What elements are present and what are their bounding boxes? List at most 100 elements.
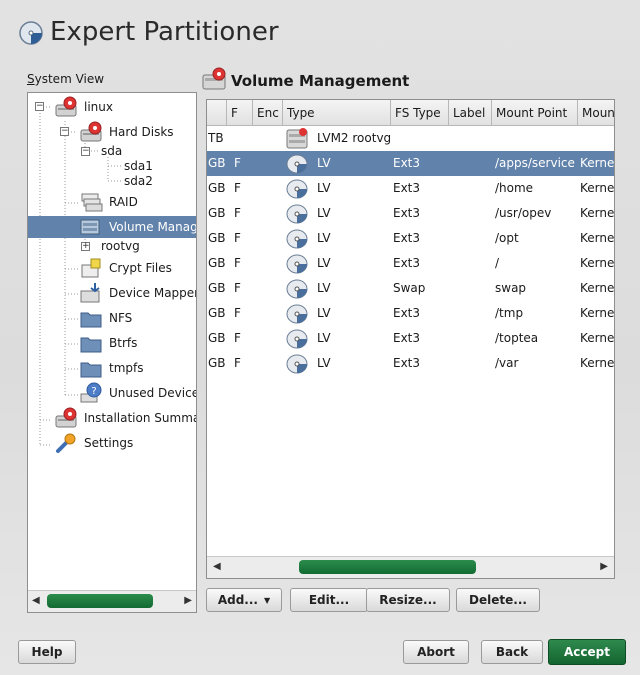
tree-item-btrfs[interactable]: Btrfs	[79, 332, 137, 354]
tree-item-hard-disks[interactable]: Hard Disks	[79, 121, 174, 143]
col-header-mount-point[interactable]: Mount Point	[492, 100, 578, 126]
harddisk-icon	[79, 121, 103, 143]
scroll-left-icon[interactable]: ◀	[213, 561, 221, 572]
tree-item-settings[interactable]: Settings	[54, 432, 133, 454]
cell-text: Kerne	[580, 156, 615, 170]
cell-text: F	[234, 306, 241, 320]
cell-text: /usr/opev	[495, 206, 552, 220]
tree-item-label: Btrfs	[109, 336, 138, 350]
cell-text: F	[234, 256, 241, 270]
table-scroll-thumb[interactable]	[299, 560, 476, 574]
volume-management-icon	[202, 67, 226, 90]
cell-mountby: Kerne	[580, 201, 614, 226]
table-row[interactable]: GB F LV Ext3 / Kerne	[207, 251, 614, 276]
col-header-enc[interactable]: Enc	[253, 100, 283, 126]
delete-button[interactable]: Delete...	[456, 588, 540, 612]
table-row[interactable]: GB F LV Ext3/apps/service Kerne	[207, 151, 614, 176]
col-header-mount-by[interactable]: Moun	[578, 100, 614, 126]
back-button[interactable]: Back	[481, 640, 543, 664]
lv-icon	[286, 179, 308, 198]
tree-collapse-sda[interactable]: −	[81, 147, 90, 156]
cell-text: GB	[208, 156, 226, 170]
tree-item-unused-device[interactable]: ? Unused Device	[79, 382, 196, 404]
accept-button[interactable]: Accept	[548, 639, 626, 665]
cell-mount: /usr/opev	[495, 201, 577, 226]
cell-type: LV	[285, 251, 391, 276]
cell-enc	[257, 251, 282, 276]
volume-table[interactable]: F Enc Type FS Type Label Mount Point Mou…	[206, 99, 615, 579]
tree-item-label: NFS	[109, 311, 133, 325]
tree-item-nfs[interactable]: NFS	[79, 307, 132, 329]
lv-icon	[286, 254, 308, 273]
table-row[interactable]: TB LVM2 rootvg	[207, 126, 614, 151]
table-row[interactable]: GB F LV Ext3/tmp Kerne	[207, 301, 614, 326]
tree-collapse-linux[interactable]: −	[35, 102, 44, 111]
tree-collapse-hard-disks[interactable]: −	[60, 127, 69, 136]
table-row[interactable]: GB F LV Ext3/toptea Kerne	[207, 326, 614, 351]
cell-mount: /var	[495, 351, 577, 376]
tree-item-rootvg[interactable]: rootvg	[101, 235, 140, 257]
table-row[interactable]: GB F LV Ext3/var Kerne	[207, 351, 614, 376]
tree-item-sda2[interactable]: sda2	[124, 170, 153, 192]
tree-expand-rootvg[interactable]: +	[81, 242, 90, 251]
help-button[interactable]: Help	[18, 640, 76, 664]
tree-item-sda[interactable]: sda	[101, 140, 122, 162]
cell-text: GB	[208, 331, 226, 345]
cell-f: F	[234, 201, 252, 226]
cell-text: /var	[495, 356, 519, 370]
cell-text: Ext3	[393, 156, 421, 170]
tree-item-linux[interactable]: linux	[54, 96, 113, 118]
col-header-type[interactable]: Type	[283, 100, 391, 126]
table-row[interactable]: GB F LV Swap swap Kerne	[207, 276, 614, 301]
cell-type: LV	[285, 201, 391, 226]
cell-size: GB	[208, 201, 227, 226]
cell-text: LV	[317, 356, 331, 370]
cell-size: GB	[208, 326, 227, 351]
table-row[interactable]: GB F LV Ext3/usr/opev Kerne	[207, 201, 614, 226]
col-header-label[interactable]: Label	[449, 100, 492, 126]
cell-text: LVM2 rootvg	[317, 131, 391, 145]
tree-item-installation-summa[interactable]: Installation Summa	[54, 407, 196, 429]
harddisk-icon	[54, 407, 78, 429]
cell-type: LV	[285, 176, 391, 201]
cell-size: TB	[208, 126, 227, 151]
cell-mount: /toptea	[495, 326, 577, 351]
col-header-fs-type[interactable]: FS Type	[391, 100, 449, 126]
table-horizontal-scrollbar[interactable]: ◀ ▶	[207, 556, 614, 578]
cell-text: swap	[495, 281, 527, 295]
tree-horizontal-scrollbar[interactable]: ◀ ▶	[28, 590, 196, 612]
tree-item-tmpfs[interactable]: tmpfs	[79, 357, 144, 379]
cell-text: /opt	[495, 231, 519, 245]
cell-type: LV	[285, 301, 391, 326]
cell-text: Kerne	[580, 256, 615, 270]
system-view-tree[interactable]: − − − + linux Hard Disks sda sda1 sda2 RAID Vo…	[27, 92, 197, 613]
tree-scroll-thumb[interactable]	[47, 594, 153, 608]
cell-text: F	[234, 281, 241, 295]
table-row[interactable]: GB F LV Ext3/opt Kerne	[207, 226, 614, 251]
chevron-down-icon: ▼	[264, 595, 271, 605]
disk-icon	[19, 21, 43, 45]
abort-button[interactable]: Abort	[403, 640, 469, 664]
col-header-size[interactable]	[207, 100, 227, 126]
add-button[interactable]: Add... ▼	[206, 588, 282, 612]
cell-label	[451, 351, 491, 376]
tree-item-device-mapper[interactable]: Device Mapper	[79, 282, 196, 304]
raid-icon	[79, 191, 103, 213]
col-header-f[interactable]: F	[227, 100, 253, 126]
volume-management-title: Volume Management	[231, 72, 410, 90]
cell-fstype	[393, 126, 448, 151]
scroll-right-icon[interactable]: ▶	[184, 595, 192, 606]
tree-item-crypt-files[interactable]: Crypt Files	[79, 257, 172, 279]
cell-text: F	[234, 156, 241, 170]
cell-text: F	[234, 356, 241, 370]
cell-fstype: Ext3	[393, 176, 448, 201]
cell-mount	[495, 126, 577, 151]
scroll-left-icon[interactable]: ◀	[32, 595, 40, 606]
scroll-right-icon[interactable]: ▶	[600, 561, 608, 572]
table-row[interactable]: GB F LV Ext3/home Kerne	[207, 176, 614, 201]
resize-button[interactable]: Resize...	[366, 588, 450, 612]
edit-button[interactable]: Edit...	[290, 588, 368, 612]
cell-text: Kerne	[580, 181, 615, 195]
tree-item-raid[interactable]: RAID	[79, 191, 138, 213]
tree-item-label: Crypt Files	[109, 261, 172, 275]
